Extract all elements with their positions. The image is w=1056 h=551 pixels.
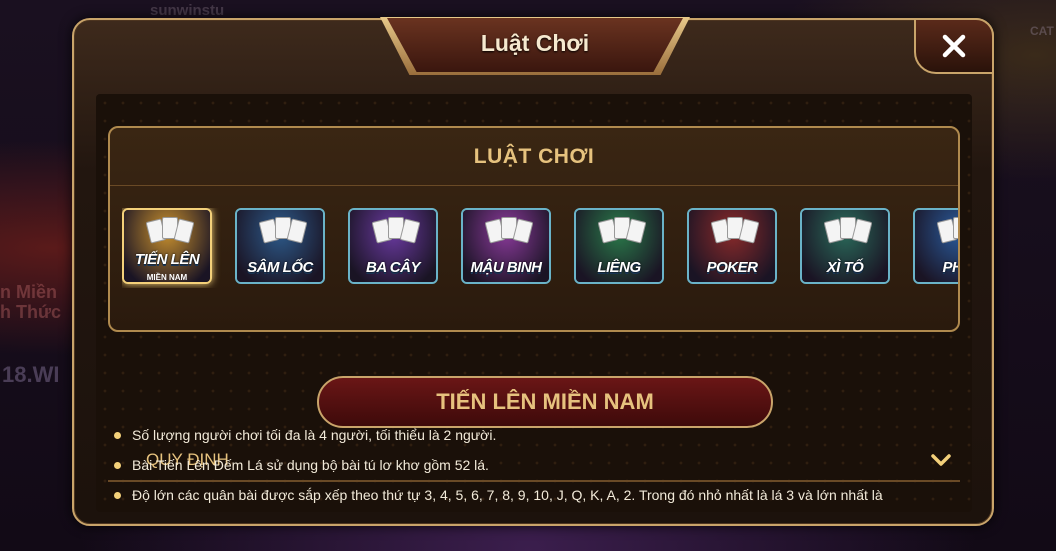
game-sublabel: MIỀN NAM bbox=[146, 273, 188, 282]
game-tile[interactable]: XÌ TỐ bbox=[800, 208, 890, 284]
game-label: LIÊNG bbox=[597, 259, 641, 276]
game-label: TIẾN LÊN bbox=[134, 251, 200, 268]
bg-text: h Thức bbox=[0, 302, 62, 322]
game-tile[interactable]: BA CÂY bbox=[348, 208, 438, 284]
rule-item: Số lượng người chơi tối đa là 4 người, t… bbox=[114, 426, 944, 456]
game-label: MẬU BINH bbox=[470, 259, 543, 276]
rules-list: Số lượng người chơi tối đa là 4 người, t… bbox=[114, 426, 944, 516]
game-tile[interactable]: SÂM LỐC bbox=[235, 208, 325, 284]
game-label: PHỎ bbox=[942, 259, 958, 276]
close-icon bbox=[942, 34, 966, 58]
card-icon bbox=[953, 217, 958, 239]
close-button[interactable] bbox=[914, 18, 994, 74]
game-tile[interactable]: PHỎ bbox=[913, 208, 958, 284]
game-label: BA CÂY bbox=[366, 259, 420, 276]
rule-item: Bài Tiến Lên Đếm Lá sử dụng bộ bài tú lơ… bbox=[114, 456, 944, 486]
panel-title: LUẬT CHƠI bbox=[110, 128, 958, 186]
bg-text: sunwinstu bbox=[150, 2, 225, 19]
game-tile[interactable]: LIÊNG bbox=[574, 208, 664, 284]
game-tile[interactable]: POKER bbox=[687, 208, 777, 284]
modal-title: Luật Chơi bbox=[480, 30, 590, 56]
game-selector[interactable]: TIẾN LÊN MIỀN NAM SÂM LỐC BA CÂY MẬU BINH LIÊ… bbox=[122, 208, 958, 288]
game-label: POKER bbox=[706, 259, 758, 276]
rule-item: Độ lớn các quân bài được sắp xếp theo th… bbox=[114, 486, 944, 516]
bg-text: 18.WI bbox=[2, 362, 60, 387]
games-panel: LUẬT CHƠI TIẾN LÊN MIỀN NAM SÂM LỐC BA CÂY M… bbox=[108, 126, 960, 332]
game-label: XÌ TỐ bbox=[826, 259, 864, 276]
game-tile[interactable]: TIẾN LÊN MIỀN NAM bbox=[122, 208, 212, 284]
selected-game-title: TIẾN LÊN MIỀN NAM bbox=[317, 376, 773, 428]
game-tile[interactable]: MẬU BINH bbox=[461, 208, 551, 284]
rules-modal: Luật Chơi LUẬT CHƠI TIẾN LÊN MIỀN NAM SÂM … bbox=[72, 17, 994, 526]
game-label: SÂM LỐC bbox=[247, 259, 313, 276]
bg-text: CAT bbox=[1030, 24, 1054, 38]
bg-text: n Miền bbox=[0, 282, 57, 302]
